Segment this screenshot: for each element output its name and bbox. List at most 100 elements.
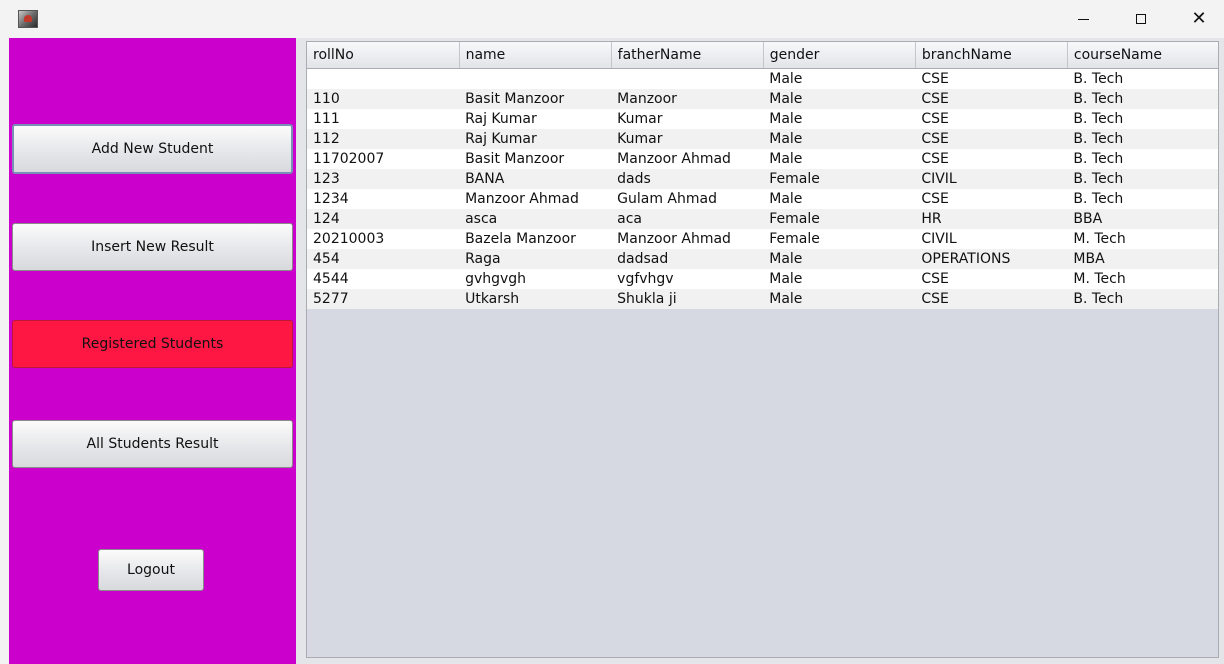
table-cell-rollno[interactable]: 111 xyxy=(307,109,460,129)
table-cell-branchname[interactable]: CIVIL xyxy=(915,229,1068,249)
table-cell-branchname[interactable]: CSE xyxy=(915,189,1068,209)
table-cell-name[interactable]: Bazela Manzoor xyxy=(459,229,612,249)
table-row[interactable]: 1234 Manzoor Ahmad Gulam Ahmad Male CSE B. Te… xyxy=(307,189,1218,209)
table-row[interactable]: 5277 Utkarsh Shukla ji Male CSE B. Tech xyxy=(307,289,1218,309)
table-cell-gender[interactable]: Female xyxy=(763,209,916,229)
table-cell-gender[interactable]: Female xyxy=(763,229,916,249)
table-cell-coursename[interactable]: M. Tech xyxy=(1067,229,1218,249)
table-cell-fathername[interactable]: Gulam Ahmad xyxy=(611,189,764,209)
table-row[interactable]: 110 Basit Manzoor Manzoor Male CSE B. Tech xyxy=(307,89,1218,109)
table-cell-branchname[interactable]: CSE xyxy=(915,269,1068,289)
table-cell-name[interactable]: Raj Kumar xyxy=(459,109,612,129)
table-cell-name[interactable]: Raj Kumar xyxy=(459,129,612,149)
table-cell-gender[interactable]: Male xyxy=(763,289,916,309)
table-cell-rollno[interactable]: 11702007 xyxy=(307,149,460,169)
table-cell-fathername[interactable]: Manzoor Ahmad xyxy=(611,229,764,249)
all-students-result-button[interactable]: All Students Result xyxy=(12,420,293,468)
table-cell-name[interactable]: Manzoor Ahmad xyxy=(459,189,612,209)
table-cell-name[interactable]: Utkarsh xyxy=(459,289,612,309)
close-button[interactable]: ✕ xyxy=(1170,0,1224,38)
table-cell-gender[interactable]: Male xyxy=(763,109,916,129)
table-cell-fathername[interactable]: Manzoor Ahmad xyxy=(611,149,764,169)
table-cell-gender[interactable]: Male xyxy=(763,269,916,289)
table-cell-branchname[interactable]: HR xyxy=(915,209,1068,229)
table-cell-name[interactable]: Raga xyxy=(459,249,612,269)
insert-new-result-button[interactable]: Insert New Result xyxy=(12,223,293,271)
column-header-rollno[interactable]: rollNo xyxy=(307,42,460,69)
table-cell-coursename[interactable]: B. Tech xyxy=(1067,169,1218,189)
minimize-button[interactable] xyxy=(1054,0,1112,38)
table-cell-gender[interactable]: Male xyxy=(763,68,916,89)
table-cell-coursename[interactable]: MBA xyxy=(1067,249,1218,269)
table-cell-gender[interactable]: Male xyxy=(763,129,916,149)
table-cell-rollno[interactable]: 454 xyxy=(307,249,460,269)
table-cell-fathername[interactable]: Manzoor xyxy=(611,89,764,109)
table-cell-name[interactable] xyxy=(459,68,612,89)
table-row[interactable]: 124 asca aca Female HR BBA xyxy=(307,209,1218,229)
table-cell-rollno[interactable]: 4544 xyxy=(307,269,460,289)
table-cell-fathername[interactable]: vgfvhgv xyxy=(611,269,764,289)
table-cell-gender[interactable]: Male xyxy=(763,249,916,269)
column-header-gender[interactable]: gender xyxy=(763,42,916,69)
table-cell-branchname[interactable]: CSE xyxy=(915,89,1068,109)
table-cell-rollno[interactable]: 20210003 xyxy=(307,229,460,249)
column-header-coursename[interactable]: courseName xyxy=(1067,42,1218,69)
table-cell-coursename[interactable]: B. Tech xyxy=(1067,149,1218,169)
table-cell-fathername[interactable]: dads xyxy=(611,169,764,189)
table-cell-fathername[interactable]: dadsad xyxy=(611,249,764,269)
table-cell-gender[interactable]: Male xyxy=(763,89,916,109)
table-row[interactable]: 111 Raj Kumar Kumar Male CSE B. Tech xyxy=(307,109,1218,129)
table-cell-coursename[interactable]: BBA xyxy=(1067,209,1218,229)
table-cell-rollno[interactable]: 112 xyxy=(307,129,460,149)
table-cell-branchname[interactable]: CSE xyxy=(915,149,1068,169)
table-cell-rollno[interactable]: 110 xyxy=(307,89,460,109)
table-cell-name[interactable]: gvhgvgh xyxy=(459,269,612,289)
maximize-button[interactable] xyxy=(1112,0,1170,38)
column-header-branchname[interactable]: branchName xyxy=(915,42,1068,69)
table-row[interactable]: 4544 gvhgvgh vgfvhgv Male CSE M. Tech xyxy=(307,269,1218,289)
table-body: Male CSE B. Tech 110 Basit Manzoor Manzoor Mal… xyxy=(307,68,1218,309)
table-cell-fathername[interactable]: Shukla ji xyxy=(611,289,764,309)
table-cell-fathername[interactable] xyxy=(611,68,764,89)
table-cell-rollno[interactable]: 5277 xyxy=(307,289,460,309)
logout-button[interactable]: Logout xyxy=(98,549,204,591)
table-cell-gender[interactable]: Female xyxy=(763,169,916,189)
table-cell-branchname[interactable]: CSE xyxy=(915,289,1068,309)
table-cell-name[interactable]: asca xyxy=(459,209,612,229)
table-cell-fathername[interactable]: Kumar xyxy=(611,129,764,149)
table-cell-branchname[interactable]: OPERATIONS xyxy=(915,249,1068,269)
table-cell-branchname[interactable]: CSE xyxy=(915,109,1068,129)
table-row[interactable]: 123 BANA dads Female CIVIL B. Tech xyxy=(307,169,1218,189)
table-cell-rollno[interactable]: 124 xyxy=(307,209,460,229)
table-row[interactable]: 11702007 Basit Manzoor Manzoor Ahmad Male CS… xyxy=(307,149,1218,169)
table-cell-name[interactable]: BANA xyxy=(459,169,612,189)
table-row[interactable]: 20210003 Bazela Manzoor Manzoor Ahmad Femal… xyxy=(307,229,1218,249)
table-cell-rollno[interactable]: 123 xyxy=(307,169,460,189)
table-cell-branchname[interactable]: CSE xyxy=(915,68,1068,89)
registered-students-button[interactable]: Registered Students xyxy=(12,320,293,368)
column-header-fathername[interactable]: fatherName xyxy=(611,42,764,69)
table-cell-name[interactable]: Basit Manzoor xyxy=(459,89,612,109)
table-cell-rollno[interactable] xyxy=(307,68,460,89)
table-cell-coursename[interactable]: B. Tech xyxy=(1067,129,1218,149)
table-cell-coursename[interactable]: B. Tech xyxy=(1067,109,1218,129)
table-cell-fathername[interactable]: aca xyxy=(611,209,764,229)
table-cell-branchname[interactable]: CSE xyxy=(915,129,1068,149)
table-cell-coursename[interactable]: B. Tech xyxy=(1067,289,1218,309)
table-cell-gender[interactable]: Male xyxy=(763,189,916,209)
table-cell-fathername[interactable]: Kumar xyxy=(611,109,764,129)
table-scroll-viewport[interactable]: rollNo name fatherName gender branchName cour… xyxy=(306,41,1219,658)
table-cell-coursename[interactable]: B. Tech xyxy=(1067,189,1218,209)
table-cell-coursename[interactable]: M. Tech xyxy=(1067,269,1218,289)
table-row[interactable]: Male CSE B. Tech xyxy=(307,68,1218,89)
table-row[interactable]: 112 Raj Kumar Kumar Male CSE B. Tech xyxy=(307,129,1218,149)
table-cell-gender[interactable]: Male xyxy=(763,149,916,169)
column-header-name[interactable]: name xyxy=(459,42,612,69)
table-cell-coursename[interactable]: B. Tech xyxy=(1067,68,1218,89)
table-cell-branchname[interactable]: CIVIL xyxy=(915,169,1068,189)
table-cell-rollno[interactable]: 1234 xyxy=(307,189,460,209)
table-cell-coursename[interactable]: B. Tech xyxy=(1067,89,1218,109)
table-cell-name[interactable]: Basit Manzoor xyxy=(459,149,612,169)
table-row[interactable]: 454 Raga dadsad Male OPERATIONS MBA xyxy=(307,249,1218,269)
add-new-student-button[interactable]: Add New Student xyxy=(12,124,293,174)
